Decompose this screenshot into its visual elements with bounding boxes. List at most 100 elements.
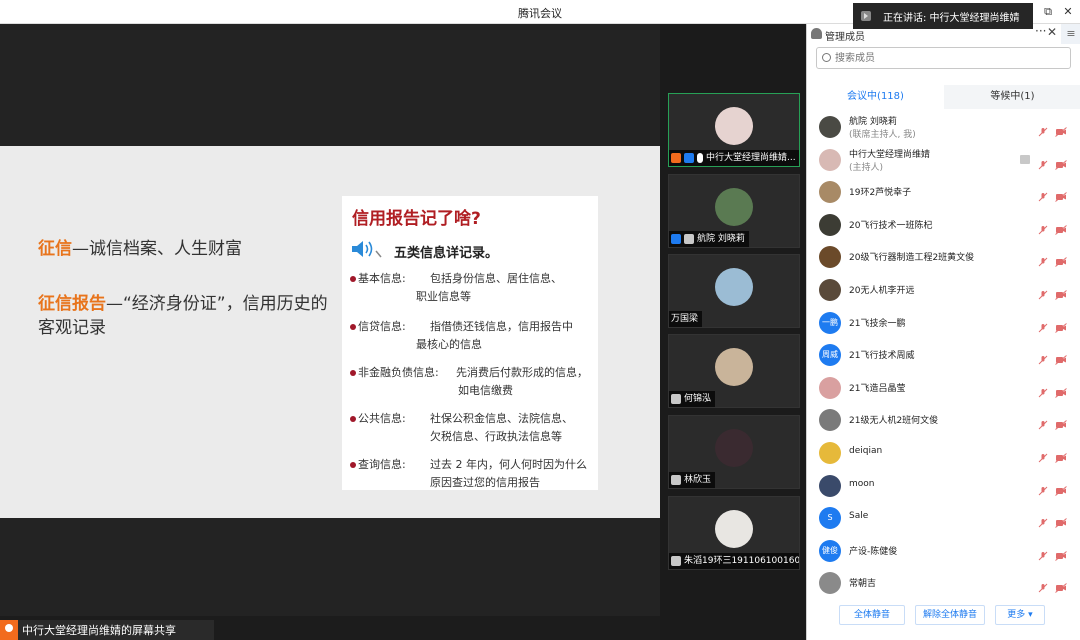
panel-title: 管理成员 <box>825 32 865 43</box>
video-tile-name: 万国梁 <box>669 311 703 327</box>
mic-muted-icon[interactable] <box>1038 513 1048 528</box>
mic-muted-icon[interactable] <box>1038 546 1048 561</box>
video-tile[interactable]: 中行大堂经理尚维婧... <box>668 93 800 167</box>
close-window-button[interactable]: ✕ <box>1060 4 1076 20</box>
restore-button[interactable]: ⧉ <box>1040 4 1056 20</box>
camera-off-icon[interactable] <box>1055 415 1067 431</box>
avatar <box>715 107 753 145</box>
mic-muted-icon[interactable] <box>1038 122 1048 137</box>
bullet-dot <box>350 416 356 422</box>
mic-muted-icon[interactable] <box>1038 285 1048 300</box>
camera-off-icon[interactable] <box>1055 383 1067 398</box>
mic-muted-icon <box>671 556 681 566</box>
mic-muted-icon[interactable] <box>1038 318 1048 332</box>
share-owner-text: 中行大堂经理尚维婧的屏幕共享 <box>22 624 176 637</box>
mic-muted-icon[interactable] <box>1038 578 1048 593</box>
member-row[interactable]: 航院 刘晓莉 (联席主持人, 我) <box>807 112 1080 142</box>
member-row[interactable]: S Sale <box>807 503 1080 533</box>
search-members-input[interactable] <box>816 47 1071 69</box>
shared-screen-area[interactable]: 征信—诚信档案、人生财富 征信报告—“经济身份证”，信用历史的客观记录 信用报告… <box>0 24 660 616</box>
avatar: 一鹏 <box>819 311 841 334</box>
video-tile[interactable]: 林欣玉 <box>668 415 800 489</box>
member-panel: 管理成员 ··· ✕ ≡ 会议中(118) 等候中(1) 航院 刘晓莉 (联席主持… <box>806 24 1080 640</box>
more-options-button[interactable]: ··· <box>1035 24 1046 38</box>
mic-icon <box>697 153 703 163</box>
avatar <box>715 268 753 306</box>
camera-off-icon[interactable] <box>1055 546 1067 561</box>
definition-credit: 征信—诚信档案、人生财富 <box>38 239 242 259</box>
participant-name: 中行大堂经理尚维婧... <box>706 153 796 163</box>
video-tile-name: 朱滔19环三191106100160 <box>669 553 799 569</box>
host-icon <box>671 153 681 163</box>
mic-muted-icon[interactable] <box>1038 252 1048 267</box>
avatar <box>819 213 841 236</box>
mic-muted-icon[interactable] <box>1038 187 1048 202</box>
member-row[interactable]: 健俊 产设-陈健俊 <box>807 536 1080 566</box>
mic-muted-icon[interactable] <box>1038 350 1048 365</box>
member-name: 中行大堂经理尚维婧 <box>849 149 931 160</box>
camera-off-icon[interactable] <box>1055 187 1067 203</box>
mic-muted-icon[interactable] <box>1038 415 1048 430</box>
cohost-icon <box>671 234 681 244</box>
member-row[interactable]: 20无人机李开远 <box>807 275 1080 305</box>
bullet-dot <box>350 324 356 330</box>
member-row[interactable]: 周威 21飞行技术周威 <box>807 340 1080 370</box>
participant-name: 朱滔19环三191106100160 <box>684 556 799 566</box>
member-row[interactable]: 常朝吉 <box>807 568 1080 598</box>
avatar: S <box>819 507 841 530</box>
camera-off-icon[interactable] <box>1055 513 1067 529</box>
camera-off-icon[interactable] <box>1055 578 1067 594</box>
camera-off-icon[interactable] <box>1055 448 1067 463</box>
member-name: 21飞造吕晶莹 <box>849 383 906 394</box>
member-row[interactable]: 中行大堂经理尚维婧 (主持人) <box>807 145 1080 175</box>
host-icon <box>0 620 18 640</box>
member-row[interactable]: 20级飞行器制造工程2班黄文俊 <box>807 242 1080 272</box>
member-row[interactable]: 一鹏 21飞技余一鹏 <box>807 308 1080 338</box>
member-name: 航院 刘晓莉 <box>849 117 897 127</box>
mic-muted-icon[interactable] <box>1038 383 1048 398</box>
mute-all-button[interactable]: 全体静音 <box>839 605 905 625</box>
member-row[interactable]: 19环2芦悦幸子 <box>807 177 1080 207</box>
tab-waiting-room[interactable]: 等候中(1) <box>944 85 1080 109</box>
participant-name: 万国梁 <box>671 314 699 324</box>
camera-off-icon[interactable] <box>1055 285 1067 300</box>
mic-muted-icon[interactable] <box>1038 481 1048 495</box>
camera-off-icon[interactable] <box>1055 220 1067 235</box>
video-tile[interactable]: 朱滔19环三191106100160 <box>668 496 800 570</box>
video-tile[interactable]: 何锦泓 <box>668 334 800 408</box>
panel-menu-button[interactable]: ≡ <box>1061 24 1080 44</box>
mic-muted-icon <box>684 234 694 244</box>
card-title: 信用报告记了啥? <box>352 209 481 229</box>
camera-off-icon[interactable] <box>1055 252 1067 268</box>
mic-muted-icon[interactable] <box>1038 448 1048 463</box>
member-row[interactable]: 20飞行技术一班陈杞 <box>807 210 1080 240</box>
mic-muted-icon[interactable] <box>1038 220 1048 235</box>
member-row[interactable]: 21级无人机2班何文俊 <box>807 405 1080 435</box>
video-tile-name: 航院 刘晓莉 <box>669 231 749 247</box>
close-panel-button[interactable]: ✕ <box>1047 25 1057 39</box>
member-name: 20飞行技术一班陈杞 <box>849 220 933 231</box>
member-row[interactable]: deiqian <box>807 438 1080 468</box>
avatar <box>819 572 841 595</box>
info-row-public: 公共信息: 社保公积金信息、法院信息、 欠税信息、行政执法信息等 <box>350 410 600 450</box>
tab-in-meeting[interactable]: 会议中(118) <box>807 85 944 109</box>
camera-off-icon[interactable] <box>1055 481 1067 496</box>
mic-muted-icon[interactable] <box>1038 155 1048 169</box>
avatar: 周威 <box>819 344 841 367</box>
camera-off-icon[interactable] <box>1055 350 1067 366</box>
video-tile-name: 何锦泓 <box>669 391 716 407</box>
member-name: 20级飞行器制造工程2班黄文俊 <box>849 253 975 264</box>
camera-off-icon[interactable] <box>1055 318 1067 333</box>
video-tile[interactable]: 万国梁 <box>668 254 800 328</box>
unmute-all-button[interactable]: 解除全体静音 <box>915 605 985 625</box>
avatar <box>819 279 841 301</box>
member-row[interactable]: moon <box>807 471 1080 501</box>
video-tile[interactable]: 航院 刘晓莉 <box>668 174 800 248</box>
member-name: deiqian <box>849 446 883 456</box>
more-actions-button[interactable]: 更多 ▾ <box>995 605 1045 625</box>
member-row[interactable]: 21飞造吕晶莹 <box>807 373 1080 403</box>
camera-off-icon[interactable] <box>1055 122 1067 137</box>
camera-off-icon[interactable] <box>1055 155 1067 170</box>
info-row-basic: 基本信息: 包括身份信息、居住信息、 职业信息等 <box>350 270 600 310</box>
screen-share-label: 中行大堂经理尚维婧的屏幕共享 <box>0 620 214 640</box>
